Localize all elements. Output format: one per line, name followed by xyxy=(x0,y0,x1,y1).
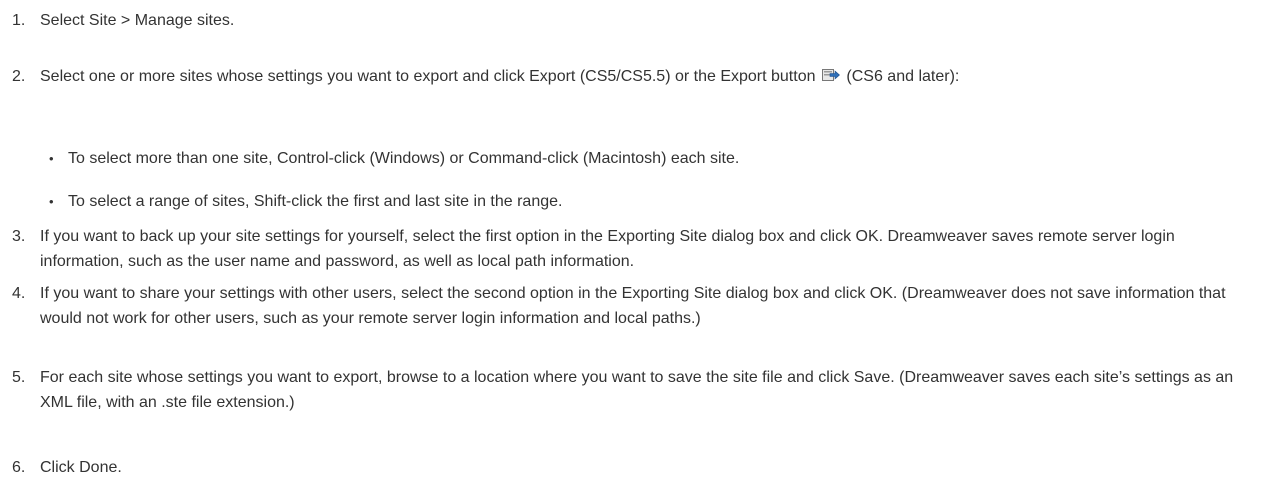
step-text: If you want to back up your site setting… xyxy=(40,228,1175,270)
step-number: 2. xyxy=(12,68,26,85)
subitem-text: To select more than one site, Control-cl… xyxy=(68,150,740,167)
instructions-page: 1. Select Site > Manage sites. 2. Select… xyxy=(0,0,1270,491)
bullet: • xyxy=(49,151,54,166)
step-text: For each site whose settings you want to… xyxy=(40,369,1234,411)
step-4: 4. If you want to share your settings wi… xyxy=(0,281,1250,331)
step-number: 4. xyxy=(12,285,26,302)
step-2-subitem: • To select more than one site, Control-… xyxy=(0,146,1250,171)
export-icon xyxy=(821,69,840,81)
subitem-text: To select a range of sites, Shift-click … xyxy=(68,193,563,210)
step-text: Select one or more sites whose settings … xyxy=(40,64,1250,89)
step-text: If you want to share your settings with … xyxy=(40,285,1226,327)
step-text-after-icon: (CS6 and later): xyxy=(846,68,960,85)
step-text: Click Done. xyxy=(40,459,122,476)
bullet: • xyxy=(49,194,54,209)
step-1: 1. Select Site > Manage sites. xyxy=(0,8,1250,33)
step-2: 2. Select one or more sites whose settin… xyxy=(0,64,1250,89)
step-number: 5. xyxy=(12,369,26,386)
step-3: 3. If you want to back up your site sett… xyxy=(0,224,1250,274)
step-text: Select Site > Manage sites. xyxy=(40,12,235,29)
step-5: 5. For each site whose settings you want… xyxy=(0,365,1250,415)
step-number: 1. xyxy=(12,12,26,29)
step-text-before-icon: Select one or more sites whose settings … xyxy=(40,68,816,85)
step-6: 6. Click Done. xyxy=(0,455,1250,480)
step-2-subitem: • To select a range of sites, Shift-clic… xyxy=(0,189,1250,214)
step-number: 6. xyxy=(12,459,26,476)
step-number: 3. xyxy=(12,228,26,245)
